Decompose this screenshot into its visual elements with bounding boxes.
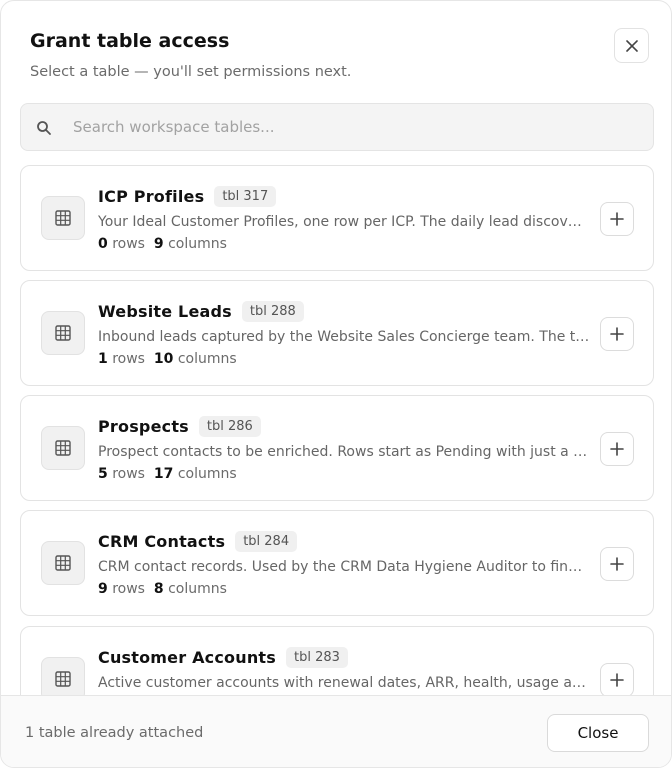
table-id-badge: tbl 288 [241, 300, 304, 322]
row-count-label: rows [112, 466, 145, 482]
search-input[interactable] [73, 104, 643, 150]
table-stats: 5 rows 17 columns [98, 466, 237, 482]
plus-icon [610, 557, 624, 571]
grant-table-access-dialog: Grant table access Select a table — you'… [0, 0, 672, 768]
table-description: Prospect contacts to be enriched. Rows s… [98, 444, 590, 460]
column-count-label: columns [168, 581, 227, 597]
add-table-button[interactable] [600, 432, 634, 466]
table-grid-icon [55, 555, 71, 571]
table-name: Prospects [98, 416, 189, 436]
close-icon [625, 39, 638, 52]
table-description: Your Ideal Customer Profiles, one row pe… [98, 214, 590, 230]
column-count: 17 [153, 466, 174, 482]
close-button[interactable]: Close [547, 714, 649, 752]
dialog-close-button[interactable] [614, 28, 649, 63]
plus-icon [610, 212, 624, 226]
column-count-label: columns [177, 351, 237, 367]
table-description: Inbound leads captured by the Website Sa… [98, 329, 590, 345]
dialog-subtitle: Select a table — you'll set permissions … [30, 64, 352, 80]
row-count: 5 [98, 466, 108, 482]
column-count-label: columns [168, 236, 227, 252]
add-table-button[interactable] [600, 317, 634, 351]
table-stats: 1 rows 10 columns [98, 351, 237, 367]
table-card-crm-contacts[interactable]: CRM Contacts tbl 284 CRM contact records… [20, 510, 654, 616]
table-grid-icon [55, 325, 71, 341]
add-table-button[interactable] [600, 202, 634, 236]
row-count: 9 [98, 581, 108, 597]
search-icon [37, 121, 51, 135]
add-table-button[interactable] [600, 547, 634, 581]
table-card-prospects[interactable]: Prospects tbl 286 Prospect contacts to b… [20, 395, 654, 501]
table-icon-tile [41, 426, 85, 470]
table-name-row: Website Leads tbl 288 [98, 298, 304, 324]
table-name-row: Prospects tbl 286 [98, 413, 261, 439]
table-card-icp-profiles[interactable]: ICP Profiles tbl 317 Your Ideal Customer… [20, 165, 654, 271]
table-name: CRM Contacts [98, 531, 226, 551]
table-grid-icon [55, 210, 71, 226]
table-stats: 9 rows 8 columns [98, 581, 227, 597]
row-count: 0 [98, 236, 108, 252]
table-card-website-leads[interactable]: Website Leads tbl 288 Inbound leads capt… [20, 280, 654, 386]
plus-icon [610, 442, 624, 456]
dialog-footer: 1 table already attached Close [1, 695, 671, 767]
dialog-title: Grant table access [30, 30, 230, 52]
plus-icon [610, 673, 624, 687]
table-icon-tile [41, 657, 85, 695]
table-stats: 0 rows 9 columns [98, 236, 227, 252]
table-name-row: Customer Accounts tbl 283 [98, 644, 348, 670]
table-description: CRM contact records. Used by the CRM Dat… [98, 559, 590, 575]
row-count-label: rows [112, 236, 145, 252]
table-id-badge: tbl 317 [214, 185, 277, 207]
row-count-label: rows [112, 581, 145, 597]
table-icon-tile [41, 311, 85, 355]
column-count: 9 [153, 236, 164, 252]
row-count: 1 [98, 351, 108, 367]
column-count-label: columns [177, 466, 237, 482]
table-name: ICP Profiles [98, 186, 205, 206]
table-icon-tile [41, 541, 85, 585]
search-box [20, 103, 654, 151]
attached-count-text: 1 table already attached [25, 725, 204, 741]
table-name: Customer Accounts [98, 647, 276, 667]
row-count-label: rows [112, 351, 145, 367]
table-list[interactable]: ICP Profiles tbl 317 Your Ideal Customer… [1, 165, 671, 695]
plus-icon [610, 327, 624, 341]
table-description: Active customer accounts with renewal da… [98, 675, 590, 691]
table-icon-tile [41, 196, 85, 240]
table-id-badge: tbl 286 [198, 415, 261, 437]
table-id-badge: tbl 283 [285, 646, 348, 668]
table-grid-icon [55, 440, 71, 456]
table-id-badge: tbl 284 [235, 530, 298, 552]
table-name: Website Leads [98, 301, 232, 321]
column-count: 10 [153, 351, 174, 367]
column-count: 8 [153, 581, 164, 597]
table-card-customer-accounts[interactable]: Customer Accounts tbl 283 Active custome… [20, 626, 654, 695]
add-table-button[interactable] [600, 663, 634, 695]
table-name-row: CRM Contacts tbl 284 [98, 528, 298, 554]
table-grid-icon [55, 671, 71, 687]
table-name-row: ICP Profiles tbl 317 [98, 183, 277, 209]
